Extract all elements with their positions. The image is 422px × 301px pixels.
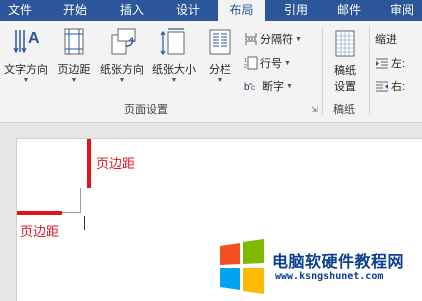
tab-design[interactable]: 设计 (167, 0, 209, 21)
indent-right-icon (376, 81, 388, 92)
indent-right-control[interactable]: 右: (375, 78, 405, 94)
manuscript-icon (335, 30, 355, 57)
size-label: 纸张大小 (152, 64, 196, 76)
tab-insert[interactable]: 插入 (111, 0, 153, 21)
line-numbers-label: 行号 (260, 58, 282, 70)
indent-heading: 缩进 (375, 34, 397, 46)
columns-icon (209, 29, 231, 55)
left-margin-annotation: 页边距 (20, 225, 60, 240)
ribbon-panel: A 文字方向 ▼ 页边距 ▼ 纸张方向 ▼ 纸张大小 ▼ 分栏 ▼ 分隔符 ▼ … (0, 21, 422, 123)
size-icon (160, 28, 185, 56)
margins-label: 页边距 (57, 64, 91, 76)
indent-left-label: 左: (391, 58, 406, 70)
tab-references[interactable]: 引用 (275, 0, 317, 21)
windows-logo-icon (220, 239, 264, 294)
tab-file[interactable]: 文件 (0, 0, 40, 21)
line-numbers-button[interactable]: 1 2 行号 ▼ (244, 55, 291, 71)
chevron-down-icon: ▼ (22, 77, 30, 84)
watermark-url: www.ksngshunet.com (275, 271, 384, 282)
orientation-icon (111, 28, 136, 55)
tab-layout[interactable]: 布局 (218, 0, 265, 21)
text-direction-button[interactable]: A 文字方向 ▼ (0, 26, 52, 85)
indent-left-control[interactable]: 左: (375, 55, 405, 71)
watermark-title: 电脑软硬件教程网 (272, 252, 405, 271)
size-button[interactable]: 纸张大小 ▼ (148, 26, 200, 85)
indent-right-label: 右: (391, 81, 406, 93)
group-divider (369, 27, 370, 115)
tab-mailings[interactable]: 邮件 (328, 0, 370, 21)
text-direction-label: 文字方向 (4, 64, 48, 76)
group-divider (322, 27, 323, 115)
top-margin-marker (87, 139, 91, 188)
columns-label: 分栏 (209, 64, 231, 76)
manuscript-group-label: 稿纸 (333, 104, 355, 116)
chevron-down-icon: ▼ (70, 77, 78, 84)
manuscript-label-line2: 设置 (334, 81, 356, 93)
hyphenation-label: 断字 (262, 81, 284, 93)
chevron-down-icon: ▼ (216, 77, 224, 84)
tab-review[interactable]: 审阅 (382, 0, 422, 21)
chevron-down-icon: ▼ (286, 82, 293, 90)
left-margin-marker (17, 211, 62, 215)
indent-left-icon (376, 58, 388, 69)
chevron-down-icon: ▼ (295, 35, 302, 43)
orientation-button[interactable]: 纸张方向 ▼ (96, 26, 148, 85)
breaks-label: 分隔符 (260, 34, 293, 46)
breaks-icon (245, 33, 257, 45)
svg-text:A: A (28, 30, 40, 47)
breaks-button[interactable]: 分隔符 ▼ (244, 31, 302, 47)
text-direction-icon: A (13, 30, 40, 54)
hyphenation-button[interactable]: b c 断字 ▼ (244, 78, 293, 94)
svg-text:2: 2 (244, 64, 247, 70)
hyphenation-icon: b c (244, 82, 255, 93)
tab-home[interactable]: 开始 (54, 0, 96, 21)
top-margin-annotation: 页边距 (96, 157, 136, 172)
orientation-label: 纸张方向 (100, 64, 144, 76)
chevron-down-icon: ▼ (170, 77, 178, 84)
manuscript-settings-button[interactable]: 稿纸 设置 (326, 29, 364, 94)
chevron-down-icon: ▼ (284, 59, 291, 67)
line-numbers-icon: 1 2 (244, 56, 258, 70)
margins-icon (64, 28, 84, 55)
ribbon-tab-bar: 文件 开始 插入 设计 布局 引用 邮件 审阅 (0, 0, 422, 21)
dialog-launcher-icon[interactable]: ⇲ (311, 105, 318, 114)
margin-guide-vertical (80, 188, 81, 213)
page-setup-group-label: 页面设置 (124, 104, 168, 116)
margin-guide-horizontal (62, 212, 81, 213)
text-cursor (84, 216, 85, 230)
manuscript-label-line1: 稿纸 (334, 65, 356, 77)
chevron-down-icon: ▼ (118, 77, 126, 84)
columns-button[interactable]: 分栏 ▼ (203, 26, 237, 85)
margins-button[interactable]: 页边距 ▼ (54, 26, 94, 85)
